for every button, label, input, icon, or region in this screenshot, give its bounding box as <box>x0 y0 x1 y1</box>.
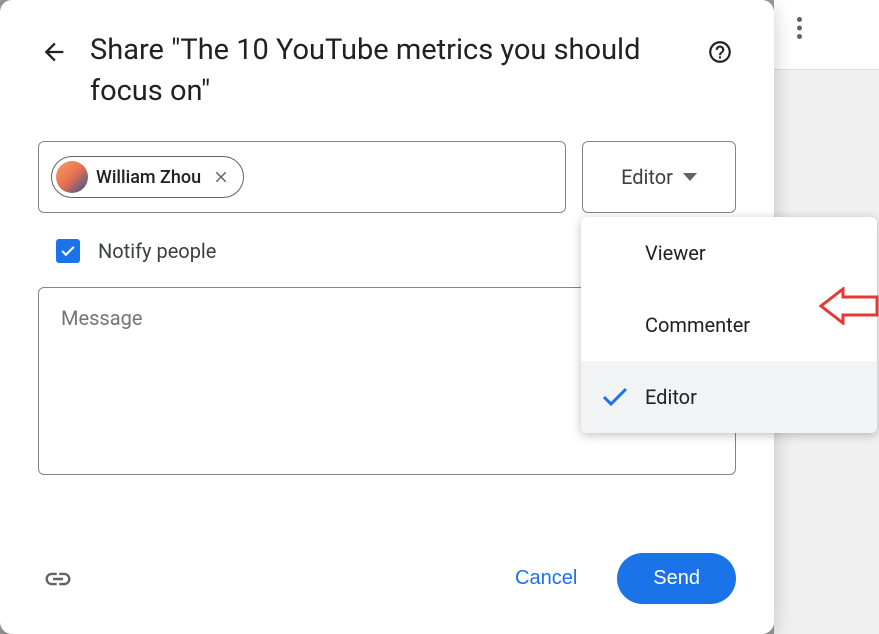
selected-check-icon <box>601 383 629 411</box>
cancel-button[interactable]: Cancel <box>495 555 597 602</box>
role-selector[interactable]: Editor <box>582 141 736 213</box>
copy-link-icon[interactable] <box>38 559 78 599</box>
role-dropdown-menu: Viewer Commenter Editor <box>581 217 877 433</box>
dialog-title: Share "The 10 YouTube metrics you should… <box>90 30 684 111</box>
dropdown-item-label: Commenter <box>645 313 750 337</box>
role-label: Editor <box>621 165 673 189</box>
dialog-header: Share "The 10 YouTube metrics you should… <box>38 30 736 111</box>
person-name: William Zhou <box>96 167 201 188</box>
more-vertical-icon[interactable] <box>779 8 819 48</box>
send-button[interactable]: Send <box>617 553 736 604</box>
dropdown-item-label: Viewer <box>645 241 706 265</box>
dialog-footer: Cancel Send <box>38 553 736 604</box>
notify-label: Notify people <box>98 239 216 263</box>
avatar <box>56 161 88 193</box>
notify-checkbox[interactable] <box>56 239 80 263</box>
chip-close-icon[interactable] <box>209 165 233 189</box>
dropdown-item-viewer[interactable]: Viewer <box>581 217 877 289</box>
annotation-arrow-icon <box>819 287 879 325</box>
dropdown-item-editor[interactable]: Editor <box>581 361 877 433</box>
dropdown-arrow-icon <box>683 173 697 181</box>
person-chip: William Zhou <box>51 156 244 198</box>
back-arrow-icon[interactable] <box>38 36 70 68</box>
people-input[interactable]: William Zhou <box>38 141 566 213</box>
check-icon <box>61 246 75 256</box>
input-row: William Zhou Editor <box>38 141 736 213</box>
background-header <box>774 0 879 70</box>
dropdown-item-label: Editor <box>645 385 697 409</box>
help-icon[interactable] <box>704 36 736 68</box>
